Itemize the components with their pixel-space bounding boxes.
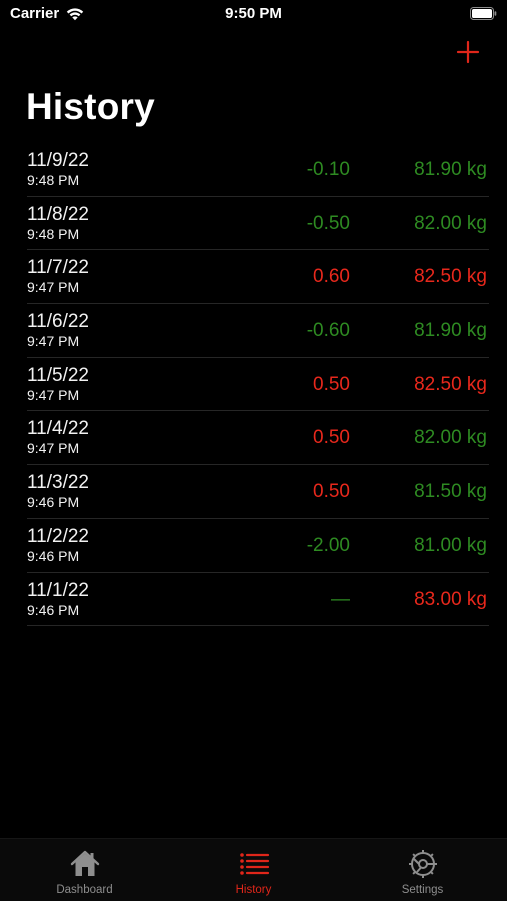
entry-time: 9:48 PM	[27, 225, 80, 242]
entry-date: 11/7/22	[27, 257, 89, 279]
history-row[interactable]: 11/3/22 9:46 PM 0.50 81.50 kg	[27, 465, 489, 519]
entry-time: 9:47 PM	[27, 386, 80, 403]
entry-time: 9:47 PM	[27, 440, 80, 457]
tab-history[interactable]: History	[169, 839, 338, 901]
history-row[interactable]: 11/6/22 9:47 PM -0.60 81.90 kg	[27, 304, 489, 358]
tab-label: Settings	[401, 884, 444, 896]
add-entry-button[interactable]	[456, 40, 480, 64]
history-row[interactable]: 11/7/22 9:47 PM 0.60 82.50 kg	[27, 250, 489, 305]
page-title: History	[26, 86, 155, 127]
entry-date: 11/4/22	[27, 418, 89, 440]
entry-delta: —	[331, 588, 350, 610]
history-list: 11/9/22 9:48 PM -0.10 81.90 kg 11/8/22 9…	[27, 143, 489, 627]
entry-weight: 83.00 kg	[414, 588, 487, 610]
history-row[interactable]: 11/5/22 9:47 PM 0.50 82.50 kg	[27, 358, 489, 412]
entry-weight: 82.00 kg	[414, 427, 487, 449]
entry-weight: 81.50 kg	[414, 481, 487, 503]
entry-time: 9:48 PM	[27, 172, 80, 188]
entry-time: 9:47 PM	[27, 279, 80, 296]
entry-time: 9:47 PM	[27, 333, 80, 350]
tab-dashboard[interactable]: Dashboard	[0, 839, 169, 901]
status-bar: Carrier 9:50 PM	[0, 0, 507, 30]
entry-date: 11/5/22	[27, 364, 89, 386]
entry-weight: 82.50 kg	[414, 373, 487, 395]
house-icon	[70, 850, 99, 876]
entry-weight: 81.90 kg	[414, 320, 487, 342]
plus-icon	[456, 40, 480, 64]
tab-bar: Dashboard History Settings	[0, 838, 507, 901]
entry-date: 11/8/22	[27, 203, 89, 225]
status-time: 9:50 PM	[225, 5, 282, 22]
entry-date: 11/1/22	[27, 579, 89, 601]
entry-weight: 81.00 kg	[414, 534, 487, 556]
gear-icon	[408, 850, 437, 878]
entry-delta: 0.50	[313, 427, 350, 449]
list-icon	[239, 853, 269, 875]
entry-date: 11/3/22	[27, 472, 89, 494]
entry-weight: 82.50 kg	[414, 266, 487, 288]
entry-time: 9:46 PM	[27, 494, 80, 511]
battery-icon	[470, 7, 497, 20]
entry-delta: -0.10	[306, 159, 350, 180]
history-row[interactable]: 11/2/22 9:46 PM -2.00 81.00 kg	[27, 519, 489, 573]
tab-label: History	[235, 884, 272, 896]
entry-date: 11/6/22	[27, 311, 89, 333]
entry-date: 11/2/22	[27, 525, 89, 547]
entry-delta: -0.50	[306, 212, 350, 234]
entry-time: 9:46 PM	[27, 601, 80, 618]
tab-label: Dashboard	[56, 884, 113, 896]
tab-settings[interactable]: Settings	[338, 839, 507, 901]
history-row[interactable]: 11/9/22 9:48 PM -0.10 81.90 kg	[27, 143, 489, 197]
entry-date: 11/9/22	[27, 150, 89, 171]
entry-delta: -0.60	[306, 320, 350, 342]
history-row[interactable]: 11/4/22 9:47 PM 0.50 82.00 kg	[27, 411, 489, 466]
history-row[interactable]: 11/8/22 9:48 PM -0.50 82.00 kg	[27, 197, 489, 251]
entry-delta: 0.50	[313, 373, 350, 395]
entry-delta: -2.00	[306, 534, 350, 556]
entry-delta: 0.60	[313, 266, 350, 288]
entry-time: 9:46 PM	[27, 547, 80, 564]
history-row[interactable]: 11/1/22 9:46 PM — 83.00 kg	[27, 573, 489, 627]
entry-weight: 81.90 kg	[414, 159, 487, 180]
entry-delta: 0.50	[313, 481, 350, 503]
entry-weight: 82.00 kg	[414, 212, 487, 234]
